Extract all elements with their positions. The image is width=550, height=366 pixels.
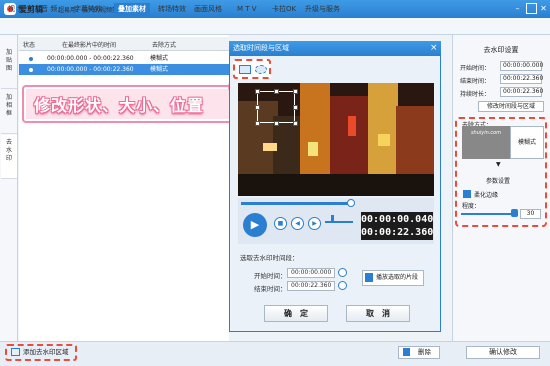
minimize-icon[interactable]: – [512, 3, 523, 14]
end-time-input[interactable]: 00:00:22.360 [287, 281, 335, 291]
col-method: 去除方式 [152, 42, 177, 49]
prev-frame-icon[interactable]: ◀ [291, 217, 304, 230]
rp-duration-value: 00:00:22.360 [500, 87, 543, 97]
shape-tools [233, 59, 271, 79]
start-time-label: 开始时间： [254, 272, 287, 280]
table-row[interactable]: 00:00:00.000 - 00:00:22.360 模糊式 [19, 53, 229, 64]
cancel-button[interactable]: 取 消 [346, 305, 410, 322]
row-time: 00:00:00.000 - 00:00:22.360 [47, 55, 134, 62]
settings-title: 去水印设置 [483, 46, 519, 54]
strength-slider[interactable] [461, 213, 515, 215]
menu-video[interactable]: 视 频 [4, 3, 28, 16]
ellipse-shape-icon[interactable] [255, 65, 267, 74]
pick-end-icon[interactable] [338, 281, 347, 290]
rectangle-shape-icon[interactable] [239, 65, 251, 74]
period-label: 选取去水印时间段： [240, 254, 299, 262]
timeline-knob[interactable] [347, 199, 355, 207]
tab-label: 加贴图 [5, 49, 12, 72]
resize-handle[interactable] [293, 105, 298, 110]
method-select[interactable]: 模糊式 [510, 126, 544, 159]
ok-button[interactable]: 确 定 [264, 305, 328, 322]
tab-add-sticker[interactable]: 加贴图 [1, 45, 17, 89]
tab-remove-watermark[interactable]: 去水印 [1, 135, 17, 179]
maximize-icon[interactable] [526, 3, 537, 14]
timeline-progress [241, 202, 351, 205]
next-frame-icon[interactable]: ▶ [308, 217, 321, 230]
resize-handle[interactable] [255, 105, 260, 110]
menu-transitions[interactable]: 转场特效 [154, 3, 190, 16]
resize-handle[interactable] [255, 89, 260, 94]
rp-start-label: 开始时间： [460, 65, 491, 72]
stop-icon[interactable]: ■ [274, 217, 287, 230]
menu-picture-style[interactable]: 画面风格 [190, 3, 226, 16]
tab-label: 加相框 [5, 94, 12, 117]
resize-handle[interactable] [293, 89, 298, 94]
col-status: 状态 [23, 42, 36, 49]
watermark-selection-box[interactable] [257, 91, 295, 123]
strength-slider-knob[interactable] [511, 209, 518, 217]
play-icon[interactable]: ▶ [243, 213, 267, 237]
row-method: 模糊式 [150, 55, 169, 62]
menu-mtv[interactable]: M T V [233, 3, 261, 16]
resize-handle[interactable] [274, 121, 279, 126]
resize-handle[interactable] [293, 121, 298, 126]
dialog-title: 选取时间段与区域 [229, 41, 441, 56]
confirm-modify-button[interactable]: 确认修改 [466, 346, 540, 359]
menu-audio[interactable]: 音 频 [37, 3, 61, 16]
menu-bar [0, 18, 550, 35]
rp-end-value: 00:00:22.360 [500, 74, 543, 84]
pick-start-icon[interactable] [338, 268, 347, 277]
table-row[interactable]: 00:00:00.000 - 00:00:22.360 模糊式 [19, 64, 229, 75]
close-icon[interactable]: ✕ [538, 3, 549, 14]
params-label: 参数设置 [486, 178, 511, 185]
menu-karaoke[interactable]: 卡拉OK [268, 3, 300, 16]
play-selection-icon [365, 273, 373, 282]
row-method: 模糊式 [150, 66, 169, 73]
status-dot-icon [29, 68, 33, 72]
rp-duration-label: 持续时长： [460, 91, 491, 98]
dialog-close-icon[interactable]: × [430, 43, 438, 53]
strength-label: 程度： [462, 203, 481, 210]
status-dot-icon [29, 57, 33, 61]
resize-handle[interactable] [255, 121, 260, 126]
row-time: 00:00:00.000 - 00:00:22.360 [47, 66, 134, 73]
chevron-down-icon[interactable]: ▼ [496, 161, 501, 168]
tab-label: 去水印 [5, 139, 12, 162]
menu-subtitle-effects[interactable]: 字幕特效 [70, 3, 106, 16]
table-header [19, 37, 229, 51]
modify-period-button[interactable]: 修改时间段与区域 [478, 101, 544, 112]
volume-slider[interactable] [325, 221, 353, 223]
menu-overlay-material[interactable]: 叠加素材 [114, 3, 150, 16]
rp-end-label: 结束时间： [460, 78, 491, 85]
rp-start-value: 00:00:00.000 [500, 61, 543, 71]
callout-text: 修改形状、大小、位置 [34, 96, 205, 115]
time-display: 00:00:00.040 00:00:22.360 [361, 212, 433, 240]
tab-add-frame[interactable]: 加相框 [1, 90, 17, 134]
current-time: 00:00:00.040 [361, 214, 434, 225]
total-time: 00:00:22.360 [361, 227, 434, 238]
soften-checkbox[interactable] [463, 190, 471, 198]
soften-label: 柔化边缘 [474, 192, 499, 199]
trash-icon [403, 348, 410, 356]
add-region-icon [11, 348, 20, 356]
start-time-input[interactable]: 00:00:00.000 [287, 268, 335, 278]
watermark-list [19, 35, 229, 341]
end-time-label: 结束时间： [254, 285, 287, 293]
thumbnail-text: shuiyin.com [470, 130, 502, 136]
resize-handle[interactable] [274, 89, 279, 94]
strength-input[interactable]: 30 [520, 209, 541, 219]
menu-upgrade-service[interactable]: 升级与服务 [301, 3, 344, 16]
col-time: 在最终影片中的时间 [62, 42, 117, 49]
